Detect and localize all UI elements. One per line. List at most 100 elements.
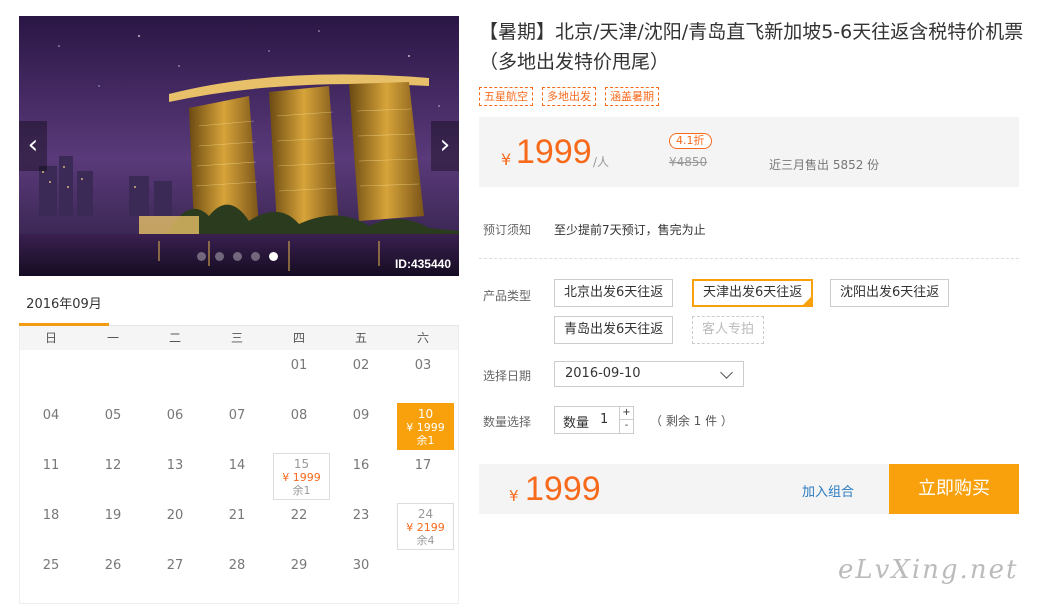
currency-symbol: ¥: [501, 150, 512, 169]
day-stock: 余1: [292, 484, 311, 497]
quantity-increase-button[interactable]: +: [619, 407, 633, 420]
calendar-day: 06: [144, 400, 206, 450]
carousel-dots: [197, 252, 278, 261]
price-calendar: 日一二三四五六 01 02 03 04 05 06 07 08 09 10 ¥ 1999 余1 11 12…: [19, 326, 459, 604]
date-select[interactable]: 2016-09-10: [554, 361, 744, 387]
calendar-day: 27: [144, 550, 206, 600]
original-price: ¥4850: [669, 155, 708, 169]
calendar-day: 14: [206, 450, 268, 500]
calendar-day-available[interactable]: 15 ¥ 1999 余1: [273, 453, 330, 500]
calendar-day: 26: [82, 550, 144, 600]
product-type-option[interactable]: 天津出发6天往返: [692, 279, 814, 307]
calendar-day: 07: [206, 400, 268, 450]
carousel-dot[interactable]: [269, 252, 278, 261]
day-number: 25: [42, 558, 60, 573]
chevron-right-icon: ›: [439, 130, 451, 160]
calendar-grid: 01 02 03 04 05 06 07 08 09 10 ¥ 1999 余1 11 12 13 14 15 ¥ …: [20, 350, 458, 600]
month-tab[interactable]: 2016年09月: [19, 290, 109, 326]
calendar-day: 01: [268, 350, 330, 400]
product-type-label: 产品类型: [483, 289, 532, 303]
product-tag: 五星航空: [479, 87, 533, 106]
calendar-day: 02: [330, 350, 392, 400]
day-price: ¥ 1999: [406, 421, 445, 434]
carousel-prev-button[interactable]: ‹: [19, 121, 47, 171]
product-type-option[interactable]: 青岛出发6天往返: [554, 316, 674, 344]
calendar-day: 05: [82, 400, 144, 450]
day-number: 09: [352, 408, 370, 423]
day-number: 24: [417, 507, 434, 521]
carousel-dot[interactable]: [197, 252, 206, 261]
calendar-day: 09: [330, 400, 392, 450]
calendar-day: 17: [392, 450, 454, 500]
notice-text: 至少提前7天预订，售完为止: [554, 223, 706, 237]
day-price: ¥ 2199: [406, 521, 445, 534]
calendar-day: 11: [20, 450, 82, 500]
calendar-day: 19: [82, 500, 144, 550]
day-stock: 余4: [416, 534, 435, 547]
product-type-option[interactable]: 北京出发6天往返: [554, 279, 674, 307]
calendar-day: 23: [330, 500, 392, 550]
product-type-option[interactable]: 沈阳出发6天往返: [830, 279, 950, 307]
carousel-dot[interactable]: [251, 252, 260, 261]
quantity-decrease-button[interactable]: -: [619, 420, 633, 433]
divider: [479, 258, 1019, 259]
calendar-day: 29: [268, 550, 330, 600]
day-number: 30: [352, 558, 370, 573]
date-label: 选择日期: [483, 369, 532, 383]
day-number: 19: [104, 508, 122, 523]
quantity-label: 数量选择: [483, 415, 532, 429]
calendar-day-available[interactable]: 24 ¥ 2199 余4: [397, 503, 454, 550]
day-number: 08: [290, 408, 308, 423]
carousel-dot[interactable]: [215, 252, 224, 261]
total-price: 1999: [525, 470, 601, 508]
calendar-day-available[interactable]: 10 ¥ 1999 余1: [397, 403, 454, 450]
purchase-bar: ¥ 1999 加入组合 立即购买: [479, 464, 1019, 514]
calendar-day[interactable]: 10 ¥ 1999 余1: [392, 400, 454, 450]
calendar-day: 28: [206, 550, 268, 600]
image-id-label: ID:435440: [394, 257, 451, 271]
weekday-label: 二: [168, 331, 181, 345]
quantity-stepper: 数量 1 + -: [554, 406, 634, 434]
product-tag: 多地出发: [542, 87, 596, 106]
calendar-day: 04: [20, 400, 82, 450]
product-type-option: 客人专拍: [692, 316, 765, 344]
buy-now-button[interactable]: 立即购买: [889, 464, 1019, 514]
weekday-label: 四: [292, 331, 305, 345]
day-number: 03: [414, 358, 432, 373]
weekday-label: 六: [416, 331, 429, 345]
day-number: 20: [166, 508, 184, 523]
site-watermark: eLvXing.net: [838, 555, 1019, 585]
weekday-label: 一: [106, 331, 119, 345]
calendar-day[interactable]: 15 ¥ 1999 余1: [268, 450, 330, 500]
chevron-left-icon: ‹: [27, 130, 39, 160]
day-number: 01: [290, 358, 308, 373]
calendar-day: 22: [268, 500, 330, 550]
calendar-day: 13: [144, 450, 206, 500]
sales-count: 近三月售出 5852 份: [769, 158, 880, 172]
add-to-combo-link[interactable]: 加入组合: [802, 481, 854, 500]
day-number: 22: [290, 508, 308, 523]
calendar-day: [82, 350, 144, 400]
quantity-input[interactable]: 1: [600, 412, 608, 427]
day-number: 27: [166, 558, 184, 573]
chevron-down-icon: [720, 366, 733, 379]
stock-remaining: （ 剩余 1 件 ）: [650, 414, 733, 428]
price-value: 1999: [516, 133, 592, 171]
calendar-day: [392, 550, 454, 600]
day-number: 06: [166, 408, 184, 423]
day-number: 23: [352, 508, 370, 523]
calendar-day: 21: [206, 500, 268, 550]
product-image-carousel[interactable]: ‹ › ID:435440: [19, 16, 459, 276]
day-number: 28: [228, 558, 246, 573]
product-tag: 涵盖暑期: [605, 87, 659, 106]
day-number: 02: [352, 358, 370, 373]
carousel-next-button[interactable]: ›: [431, 121, 459, 171]
day-number: 04: [42, 408, 60, 423]
day-number: 17: [414, 458, 432, 473]
weekday-label: 日: [44, 331, 57, 345]
calendar-day: 25: [20, 550, 82, 600]
day-number: 05: [104, 408, 122, 423]
date-value: 2016-09-10: [565, 366, 641, 381]
carousel-dot[interactable]: [233, 252, 242, 261]
calendar-day[interactable]: 24 ¥ 2199 余4: [392, 500, 454, 550]
